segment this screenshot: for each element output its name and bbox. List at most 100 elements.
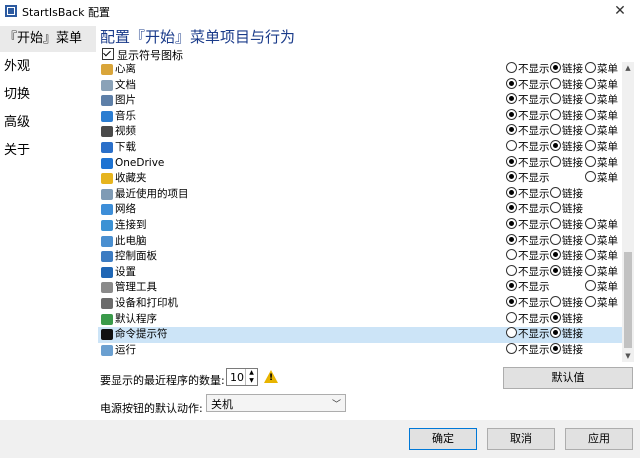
option-hide[interactable]: 不显示 <box>506 155 550 172</box>
radio-icon[interactable] <box>506 124 517 136</box>
radio-icon[interactable] <box>585 62 596 73</box>
radio-icon[interactable] <box>550 108 561 120</box>
stepper-down-icon[interactable]: ▼ <box>246 377 257 385</box>
option-hide[interactable]: 不显示 <box>506 186 550 203</box>
option-hide[interactable]: 不显示 <box>506 311 550 328</box>
radio-icon[interactable] <box>585 296 596 307</box>
apply-button[interactable]: 应用 <box>565 428 633 450</box>
radio-icon[interactable] <box>585 249 596 261</box>
option-link[interactable]: 链接 <box>550 264 583 281</box>
radio-icon[interactable] <box>585 264 596 276</box>
radio-icon[interactable] <box>585 280 596 292</box>
cancel-button[interactable]: 取消 <box>487 428 555 450</box>
list-item[interactable]: 控制面板 不显示 链接 菜单 <box>98 249 622 265</box>
list-item[interactable]: 图片 不显示 链接 菜单 <box>98 93 622 109</box>
power-action-value[interactable]: 关机 <box>211 396 233 412</box>
radio-icon[interactable] <box>550 155 561 167</box>
radio-icon[interactable] <box>506 93 517 105</box>
radio-icon[interactable] <box>585 93 596 105</box>
radio-icon[interactable] <box>550 327 561 339</box>
radio-icon[interactable] <box>506 311 517 323</box>
radio-icon[interactable] <box>550 264 561 276</box>
option-link[interactable]: 链接 <box>550 296 583 312</box>
radio-icon[interactable] <box>506 186 517 198</box>
radio-icon[interactable] <box>506 233 517 245</box>
option-hide[interactable]: 不显示 <box>506 233 550 250</box>
list-item[interactable]: 视频 不显示 链接 菜单 <box>98 124 622 140</box>
list-item[interactable]: 命令提示符 不显示 链接 <box>98 327 622 343</box>
option-link[interactable]: 链接 <box>550 311 583 328</box>
option-link[interactable]: 链接 <box>550 233 583 250</box>
radio-icon[interactable] <box>550 77 561 89</box>
radio-icon[interactable] <box>506 327 517 339</box>
option-link[interactable]: 链接 <box>550 93 583 109</box>
radio-icon[interactable] <box>550 93 561 105</box>
stepper-up-icon[interactable]: ▲ <box>246 369 257 377</box>
option-menu[interactable]: 菜单 <box>585 280 618 296</box>
option-link[interactable]: 链接 <box>550 202 583 218</box>
list-item[interactable]: 设备和打印机 不显示 链接 菜单 <box>98 296 622 312</box>
list-item[interactable]: 默认程序 不显示 链接 <box>98 311 622 328</box>
radio-icon[interactable] <box>506 218 517 229</box>
option-menu[interactable]: 菜单 <box>585 108 618 125</box>
radio-icon[interactable] <box>585 155 596 167</box>
sidebar-item-2[interactable]: 切换 <box>0 82 96 108</box>
radio-icon[interactable] <box>550 140 561 151</box>
list-item[interactable]: 文档 不显示 链接 菜单 <box>98 77 622 94</box>
option-link[interactable]: 链接 <box>550 249 583 265</box>
radio-icon[interactable] <box>506 140 517 151</box>
option-menu[interactable]: 菜单 <box>585 77 618 94</box>
option-hide[interactable]: 不显示 <box>506 249 550 265</box>
option-menu[interactable]: 菜单 <box>585 62 618 78</box>
recent-count-value[interactable]: 10 <box>230 371 244 384</box>
checkbox-checked-icon[interactable] <box>102 48 114 60</box>
list-item[interactable]: 网络 不显示 链接 <box>98 202 622 218</box>
radio-icon[interactable] <box>550 218 561 229</box>
chevron-down-icon[interactable]: ﹀ <box>332 397 341 410</box>
list-item[interactable]: 音乐 不显示 链接 菜单 <box>98 108 622 125</box>
scrollbar-thumb[interactable] <box>624 252 632 348</box>
list-item[interactable]: 运行 不显示 链接 <box>98 342 622 359</box>
option-menu[interactable]: 菜单 <box>585 249 618 265</box>
radio-icon[interactable] <box>585 77 596 89</box>
list-item[interactable]: 管理工具 不显示 菜单 <box>98 280 622 296</box>
list-item[interactable]: 设置 不显示 链接 菜单 <box>98 264 622 281</box>
option-link[interactable]: 链接 <box>550 108 583 125</box>
show-icons-checkbox[interactable]: 显示符号图标 <box>102 48 183 62</box>
option-hide[interactable]: 不显示 <box>506 342 550 359</box>
radio-icon[interactable] <box>506 280 517 292</box>
option-menu[interactable]: 菜单 <box>585 124 618 140</box>
scroll-down-icon[interactable]: ▼ <box>622 350 634 362</box>
list-item[interactable]: 收藏夹 不显示 菜单 <box>98 171 622 187</box>
sidebar-item-0[interactable]: 『开始』菜单 <box>0 26 96 52</box>
radio-icon[interactable] <box>550 124 561 136</box>
radio-icon[interactable] <box>506 171 517 183</box>
radio-icon[interactable] <box>550 249 561 261</box>
vertical-scrollbar[interactable]: ▲ ▼ <box>622 62 634 362</box>
radio-icon[interactable] <box>506 108 517 120</box>
option-hide[interactable]: 不显示 <box>506 202 550 218</box>
option-link[interactable]: 链接 <box>550 155 583 172</box>
option-hide[interactable]: 不显示 <box>506 140 550 156</box>
option-hide[interactable]: 不显示 <box>506 62 550 78</box>
radio-icon[interactable] <box>585 218 596 229</box>
radio-icon[interactable] <box>506 155 517 167</box>
option-link[interactable]: 链接 <box>550 186 583 203</box>
list-item[interactable]: OneDrive 不显示 链接 菜单 <box>98 155 622 172</box>
option-hide[interactable]: 不显示 <box>506 264 550 281</box>
radio-icon[interactable] <box>506 264 517 276</box>
list-item[interactable]: 连接到 不显示 链接 菜单 <box>98 218 622 234</box>
radio-icon[interactable] <box>585 140 596 151</box>
option-hide[interactable]: 不显示 <box>506 77 550 94</box>
option-menu[interactable]: 菜单 <box>585 233 618 250</box>
option-hide[interactable]: 不显示 <box>506 93 550 109</box>
option-hide[interactable]: 不显示 <box>506 218 550 234</box>
radio-icon[interactable] <box>506 62 517 73</box>
option-hide[interactable]: 不显示 <box>506 108 550 125</box>
radio-icon[interactable] <box>506 202 517 214</box>
option-hide[interactable]: 不显示 <box>506 280 550 296</box>
radio-icon[interactable] <box>585 124 596 136</box>
option-menu[interactable]: 菜单 <box>585 140 618 156</box>
option-link[interactable]: 链接 <box>550 342 583 359</box>
stepper-arrows[interactable]: ▲ ▼ <box>245 369 257 385</box>
